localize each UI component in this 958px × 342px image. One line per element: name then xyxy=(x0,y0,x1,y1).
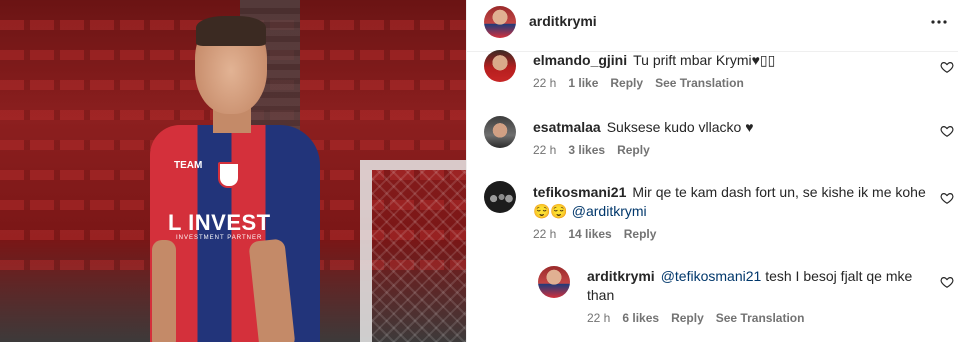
comment-likes[interactable]: 1 like xyxy=(568,76,598,90)
comment-username[interactable]: tefikosmani21 xyxy=(533,184,626,200)
kit-logo: TEAM xyxy=(174,160,203,171)
comment-meta: 22 h 3 likes Reply xyxy=(533,143,662,157)
reply-likes[interactable]: 6 likes xyxy=(622,311,659,325)
commenter-avatar[interactable] xyxy=(484,50,516,82)
reply-avatar[interactable] xyxy=(538,266,570,298)
player-arm xyxy=(152,240,176,342)
mention-link[interactable]: @tefikosmani21 xyxy=(661,268,762,284)
comment-username[interactable]: elmando_gjini xyxy=(533,52,627,68)
comments-panel: arditkrymi elmando_gjini Tu prift mbar Kr… xyxy=(466,0,958,342)
comment-username[interactable]: esatmalaa xyxy=(533,119,601,135)
comment-item: tefikosmani21 Mir qe te kam dash fort un,… xyxy=(467,180,958,250)
post-header: arditkrymi xyxy=(467,0,958,52)
shirt-sponsor: L INVEST xyxy=(168,210,271,235)
heart-icon[interactable] xyxy=(940,60,954,74)
player-figure: TEAM L INVEST INVESTMENT PARTNER xyxy=(150,10,320,342)
author-username[interactable]: arditkrymi xyxy=(529,13,597,29)
club-badge-icon xyxy=(218,162,240,188)
reply-button[interactable]: Reply xyxy=(617,143,650,157)
reply-item: arditkrymi @tefikosmani21 tesh I besoj fj… xyxy=(467,264,958,334)
comment-item: esatmalaa Suksese kudo vllacko ♥ 22 h 3 l… xyxy=(467,116,958,166)
commenter-avatar[interactable] xyxy=(484,116,516,148)
commenter-avatar[interactable] xyxy=(484,181,516,213)
comment-time[interactable]: 22 h xyxy=(533,76,556,90)
mention-link[interactable]: @arditkrymi xyxy=(572,203,647,219)
reply-button[interactable]: Reply xyxy=(671,311,704,325)
reply-meta: 22 h 6 likes Reply See Translation xyxy=(587,311,816,325)
comment-likes[interactable]: 14 likes xyxy=(568,227,611,241)
see-translation-button[interactable]: See Translation xyxy=(716,311,805,325)
comment-emoji: 😌😌 xyxy=(533,203,568,219)
comment-meta: 22 h 14 likes Reply xyxy=(533,227,668,241)
heart-icon[interactable] xyxy=(940,124,954,138)
heart-icon[interactable] xyxy=(940,275,954,289)
reply-button[interactable]: Reply xyxy=(624,227,657,241)
comment-item: elmando_gjini Tu prift mbar Krymi♥▯▯ 22 h… xyxy=(467,50,958,102)
comment-time[interactable]: 22 h xyxy=(533,227,556,241)
reply-text-cont: than xyxy=(587,287,615,303)
comment-text: Tu prift mbar Krymi♥▯▯ xyxy=(633,52,776,68)
reply-body: arditkrymi @tefikosmani21 tesh I besoj fj… xyxy=(587,267,932,305)
comment-body: tefikosmani21 Mir qe te kam dash fort un,… xyxy=(533,183,943,221)
comment-text: Suksese kudo vllacko ♥ xyxy=(606,119,754,135)
comment-time[interactable]: 22 h xyxy=(533,143,556,157)
post-photo: TEAM L INVEST INVESTMENT PARTNER xyxy=(0,0,466,342)
comment-text: Mir qe te kam dash fort un, se kishe ik … xyxy=(632,184,926,200)
reply-username[interactable]: arditkrymi xyxy=(587,268,655,284)
author-avatar[interactable] xyxy=(484,6,516,38)
comment-meta: 22 h 1 like Reply See Translation xyxy=(533,76,756,90)
heart-icon[interactable] xyxy=(940,191,954,205)
see-translation-button[interactable]: See Translation xyxy=(655,76,744,90)
more-horizontal-icon[interactable] xyxy=(927,10,951,34)
player-hair xyxy=(196,16,266,46)
shirt-sponsor-sub: INVESTMENT PARTNER xyxy=(176,235,263,241)
reply-button[interactable]: Reply xyxy=(610,76,643,90)
goal-post xyxy=(360,160,466,342)
reply-time[interactable]: 22 h xyxy=(587,311,610,325)
comment-body: elmando_gjini Tu prift mbar Krymi♥▯▯ xyxy=(533,51,775,70)
comment-likes[interactable]: 3 likes xyxy=(568,143,605,157)
comment-body: esatmalaa Suksese kudo vllacko ♥ xyxy=(533,118,754,137)
reply-text: tesh I besoj fjalt qe mke xyxy=(765,268,913,284)
